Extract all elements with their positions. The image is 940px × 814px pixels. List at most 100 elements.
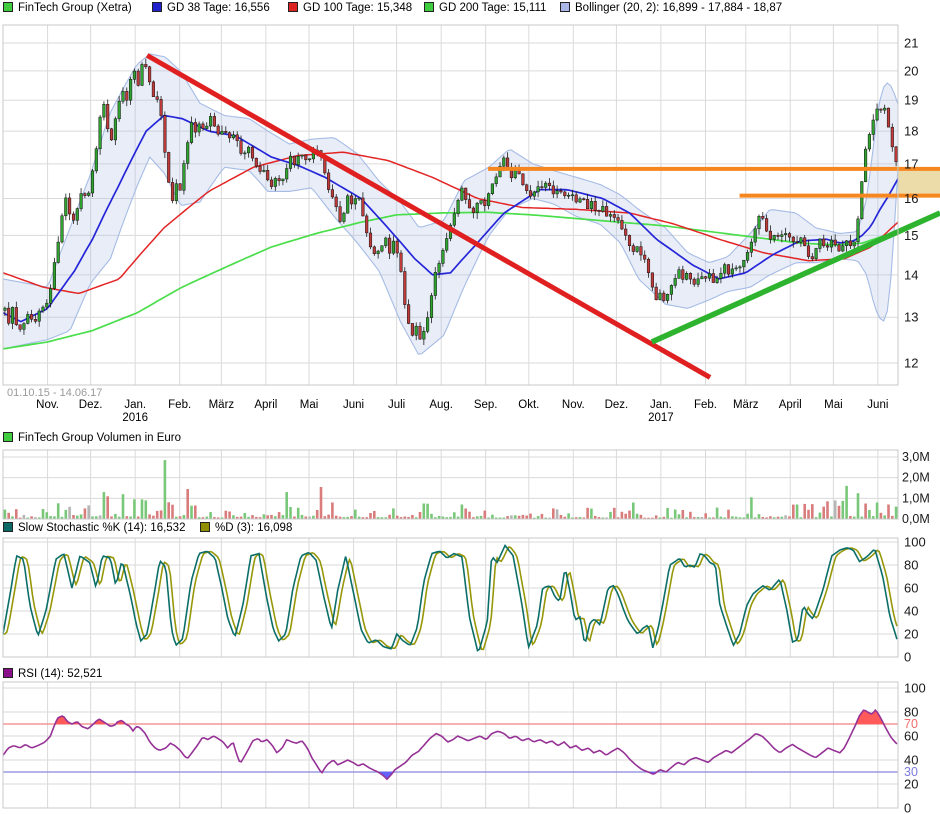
rsi-axis-tick: 0 (904, 801, 911, 814)
candle-body (670, 285, 673, 294)
candle-body (152, 82, 155, 97)
volume-bar (758, 514, 761, 519)
candle-body (548, 183, 551, 186)
candle-body (598, 210, 601, 211)
stochastic-axis-tick: 0 (904, 650, 911, 665)
volume-bar (160, 510, 163, 519)
candle-body (11, 307, 14, 323)
candle-body (407, 305, 410, 324)
year-label: 2017 (648, 412, 674, 424)
volume-bar (567, 513, 570, 519)
candle-body (476, 203, 479, 213)
volume-bar (164, 460, 167, 519)
volume-bar (628, 511, 631, 519)
volume-bar (826, 501, 829, 519)
candle-body (57, 242, 60, 262)
candle-body (23, 324, 26, 330)
volume-bar (244, 513, 247, 519)
volume-bar (556, 509, 559, 519)
candle-body (289, 156, 292, 168)
candle-body (30, 314, 33, 319)
volume-bar (141, 499, 144, 519)
chart-canvas: 121314151617181920210,0M1,0M2,0M3,0M0204… (0, 0, 940, 814)
volume-bar (411, 515, 414, 519)
volume-bar (621, 512, 624, 519)
month-label: Okt. (518, 399, 539, 411)
month-label: Feb. (694, 399, 717, 411)
volume-bar (716, 508, 719, 519)
price-axis-tick: 13 (904, 310, 918, 325)
candle-body (122, 91, 125, 101)
candle-body (777, 235, 780, 236)
rsi-30-tick: 30 (904, 765, 918, 779)
candle-body (27, 314, 30, 323)
candle-body (266, 170, 269, 180)
candle-body (849, 241, 852, 246)
volume-bar (430, 514, 433, 519)
volume-bar (590, 509, 593, 519)
candle-body (529, 191, 532, 197)
volume-bar (666, 508, 669, 519)
volume-bar (232, 515, 235, 519)
volume-bar (895, 507, 898, 519)
candle-body (883, 108, 886, 110)
candle-body (19, 325, 22, 330)
candle-body (636, 247, 639, 252)
month-label: Nov. (562, 399, 585, 411)
candle-body (400, 253, 403, 272)
volume-bar (624, 514, 627, 519)
candle-body (388, 238, 391, 253)
candle-body (613, 215, 616, 218)
volume-bar (880, 513, 883, 519)
candle-body (331, 190, 334, 197)
volume-panel-frame (3, 450, 898, 519)
candle-body (148, 67, 151, 82)
candle-body (811, 257, 814, 259)
volume-bar (282, 515, 285, 519)
candle-body (396, 241, 399, 253)
candle-body (339, 207, 342, 222)
candle-body (141, 64, 144, 85)
candle-body (68, 198, 71, 214)
candle-body (708, 274, 711, 279)
month-label: Jan. (650, 399, 672, 411)
candle-body (602, 206, 605, 211)
volume-bar (103, 492, 106, 519)
candle-body (716, 278, 719, 282)
candle-body (49, 289, 52, 304)
volume-bar (285, 492, 288, 519)
candle-body (228, 133, 231, 138)
volume-bar (636, 514, 639, 519)
candle-body (297, 156, 300, 165)
candle-body (65, 198, 68, 216)
candle-body (434, 272, 437, 295)
stochastic-k-line (3, 546, 897, 651)
volume-bar (464, 509, 467, 520)
candle-body (746, 252, 749, 260)
volume-bar (541, 514, 544, 519)
candle-body (4, 308, 7, 310)
candle-body (240, 141, 243, 154)
volume-bar (876, 503, 879, 520)
candle-body (404, 272, 407, 305)
candle-body (457, 200, 460, 214)
candle-body (560, 191, 563, 192)
volume-bar (148, 514, 151, 519)
candle-body (712, 274, 715, 283)
candle-body (621, 220, 624, 229)
candle-body (723, 265, 726, 274)
candle-body (807, 246, 810, 257)
candle-body (133, 71, 136, 79)
volume-bar (42, 509, 45, 519)
candle-body (225, 131, 228, 132)
volume-bar (609, 512, 612, 519)
volume-bar (560, 515, 563, 519)
volume-bar (468, 512, 471, 519)
candle-body (842, 246, 845, 251)
candle-body (430, 296, 433, 318)
candle-body (773, 235, 776, 239)
candle-body (735, 268, 738, 269)
volume-bar (72, 515, 75, 519)
candle-body (861, 182, 864, 219)
candle-body (411, 323, 414, 335)
